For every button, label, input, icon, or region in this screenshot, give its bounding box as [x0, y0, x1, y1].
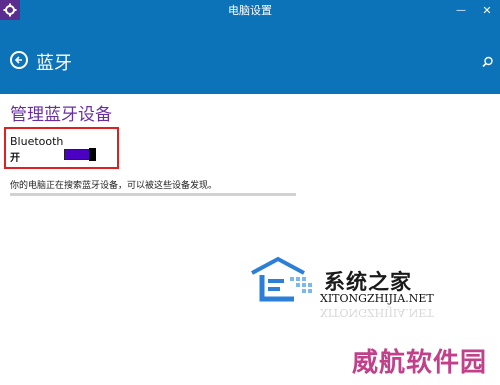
page-header: 蓝牙 — [0, 20, 500, 94]
title-bar: 电脑设置 — ✕ — [0, 0, 500, 20]
search-button[interactable] — [482, 53, 494, 72]
highlight-box — [4, 127, 119, 169]
close-button[interactable]: ✕ — [474, 0, 500, 20]
window-title: 电脑设置 — [228, 4, 272, 17]
xitongzhijia-logo-icon — [250, 255, 322, 307]
toggle-knob — [89, 148, 96, 161]
page-title: 蓝牙 — [36, 53, 72, 74]
watermark-brand: 威航软件园 — [352, 348, 488, 378]
bluetooth-description: 你的电脑正在搜索蓝牙设备，可以被这些设备发现。 — [10, 181, 218, 191]
search-icon — [482, 56, 493, 68]
watermark-en-reflection: XITONGZHIJIA.NET — [320, 306, 434, 319]
minimize-button[interactable]: — — [448, 0, 474, 20]
bluetooth-state: 开 — [10, 153, 20, 164]
search-progress-bar — [10, 193, 296, 196]
bluetooth-toggle[interactable] — [64, 148, 96, 161]
back-button[interactable] — [10, 51, 28, 69]
watermark-en: XITONGZHIJIA.NET — [320, 292, 434, 305]
back-arrow-icon — [14, 56, 22, 64]
section-title: 管理蓝牙设备 — [10, 105, 112, 125]
bluetooth-label: Bluetooth — [10, 135, 64, 148]
